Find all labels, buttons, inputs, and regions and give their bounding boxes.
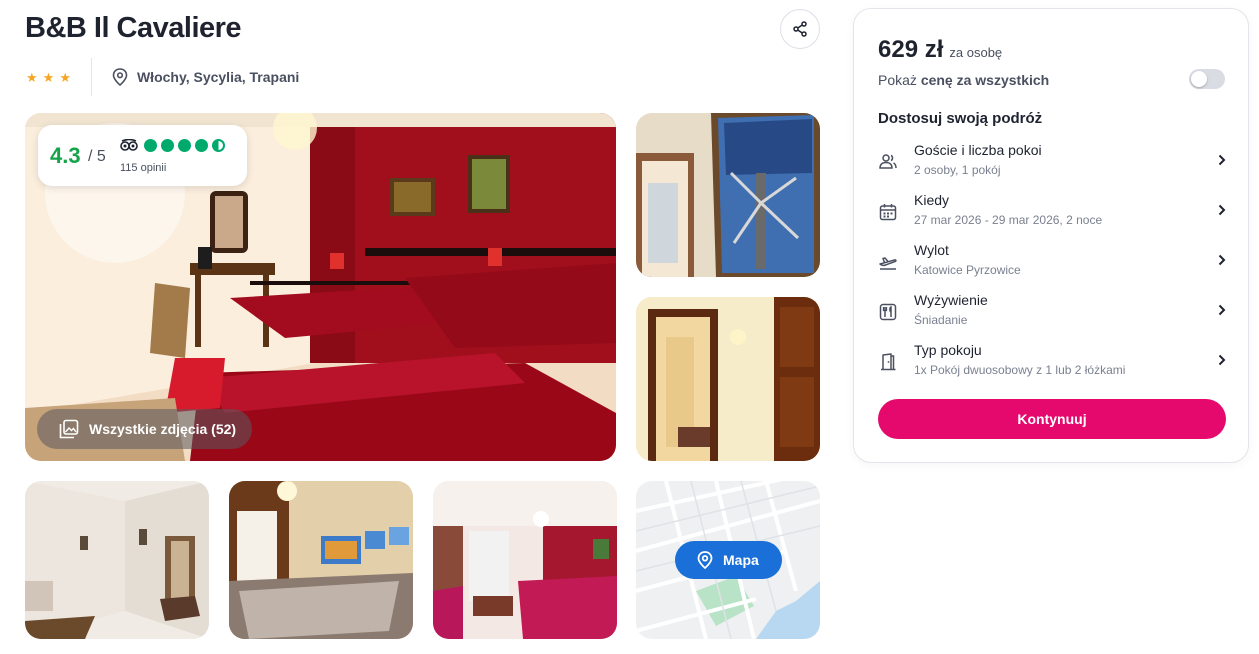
all-photos-button[interactable]: Wszystkie zdjęcia (52): [37, 409, 252, 449]
chevron-right-icon: [1218, 254, 1226, 266]
room-door-icon: [881, 353, 896, 371]
photo-thumbnail[interactable]: [636, 113, 820, 277]
all-photos-label: Wszystkie zdjęcia (52): [89, 421, 237, 437]
windmill-painting-photo: [636, 113, 820, 277]
toggle-knob: [1191, 71, 1207, 87]
hallway-photo: [25, 481, 209, 639]
map-label: Mapa: [723, 552, 759, 568]
rating-bubble-full: [144, 139, 157, 152]
continue-button[interactable]: Kontynuuj: [878, 399, 1226, 439]
star-icon: ★: [42, 69, 55, 85]
option-label: Kiedy: [914, 192, 950, 208]
rating-bubble-full: [195, 139, 208, 152]
show-total-toggle[interactable]: [1189, 69, 1225, 89]
option-label: Wyżywienie: [914, 292, 988, 308]
hotel-meta: ★ ★ ★ Włochy, Sycylia, Trapani: [26, 58, 299, 96]
customize-trip-heading: Dostosuj swoją podróż: [878, 110, 1043, 127]
option-label: Typ pokoju: [914, 342, 982, 358]
show-total-prefix: Pokaż: [878, 72, 917, 88]
chevron-right-icon: [1218, 154, 1226, 166]
option-departure[interactable]: Wylot Katowice Pyrzowice: [878, 242, 1226, 282]
price-per-label: za osobę: [949, 45, 1003, 60]
star-icon: ★: [26, 69, 38, 85]
gallery-icon: [59, 419, 79, 439]
rating-bubble-half: [212, 139, 225, 152]
option-meals[interactable]: Wyżywienie Śniadanie: [878, 292, 1226, 332]
chevron-right-icon: [1218, 354, 1226, 366]
photo-thumbnail[interactable]: [229, 481, 413, 639]
photo-thumbnail[interactable]: [433, 481, 617, 639]
rating-max: / 5: [88, 148, 106, 165]
rating-bubble-full: [161, 139, 174, 152]
option-value: 27 mar 2026 - 29 mar 2026, 2 noce: [914, 213, 1103, 227]
hotel-title: B&B Il Cavaliere: [25, 12, 242, 44]
booking-panel: 629 zł za osobę Pokaż cenę za wszystkich…: [853, 8, 1249, 463]
photo-thumbnail[interactable]: [636, 297, 820, 461]
option-guests-rooms[interactable]: Goście i liczba pokoi 2 osoby, 1 pokój: [878, 142, 1226, 182]
option-room-type[interactable]: Typ pokoju 1x Pokój dwuosobowy z 1 lub 2…: [878, 342, 1226, 382]
option-value: Śniadanie: [914, 313, 968, 327]
option-value: 1x Pokój dwuosobowy z 1 lub 2 łóżkami: [914, 363, 1126, 377]
corridor-door-photo: [636, 297, 820, 461]
share-icon: [793, 21, 807, 37]
meal-icon: [879, 303, 897, 321]
staircase-photo: [229, 481, 413, 639]
price-row: 629 zł za osobę: [878, 36, 1002, 64]
option-dates[interactable]: Kiedy 27 mar 2026 - 29 mar 2026, 2 noce: [878, 192, 1226, 232]
room-beds-photo: [433, 481, 617, 639]
chevron-right-icon: [1218, 304, 1226, 316]
photo-thumbnail[interactable]: [25, 481, 209, 639]
chevron-right-icon: [1218, 204, 1226, 216]
location-text: Włochy, Sycylia, Trapani: [136, 69, 300, 85]
rating-card[interactable]: 4.3 / 5 115 opinii: [38, 125, 247, 186]
guests-icon: [879, 154, 897, 169]
hotel-stars: ★ ★ ★: [26, 71, 91, 84]
rating-bubble-full: [178, 139, 191, 152]
location-pin-icon: [112, 68, 128, 86]
review-count: 115 opinii: [120, 162, 167, 174]
map-button[interactable]: Mapa: [675, 541, 782, 579]
location-pin-icon: [697, 551, 713, 569]
option-value: Katowice Pyrzowice: [914, 263, 1021, 277]
tripadvisor-bubbles: [144, 139, 225, 152]
show-total-label: Pokaż cenę za wszystkich: [878, 72, 1049, 88]
rating-score: 4.3: [50, 143, 81, 168]
option-label: Wylot: [914, 242, 949, 258]
tripadvisor-icon: [120, 139, 138, 151]
plane-departure-icon: [879, 257, 897, 270]
show-total-bold: cenę za wszystkich: [920, 72, 1050, 88]
calendar-icon: [879, 204, 897, 221]
option-label: Goście i liczba pokoi: [914, 142, 1042, 158]
option-value: 2 osoby, 1 pokój: [914, 163, 1001, 177]
hotel-location: Włochy, Sycylia, Trapani: [92, 68, 299, 86]
star-icon: ★: [59, 69, 71, 85]
share-button[interactable]: [780, 9, 820, 49]
price-value: 629 zł: [878, 36, 944, 63]
